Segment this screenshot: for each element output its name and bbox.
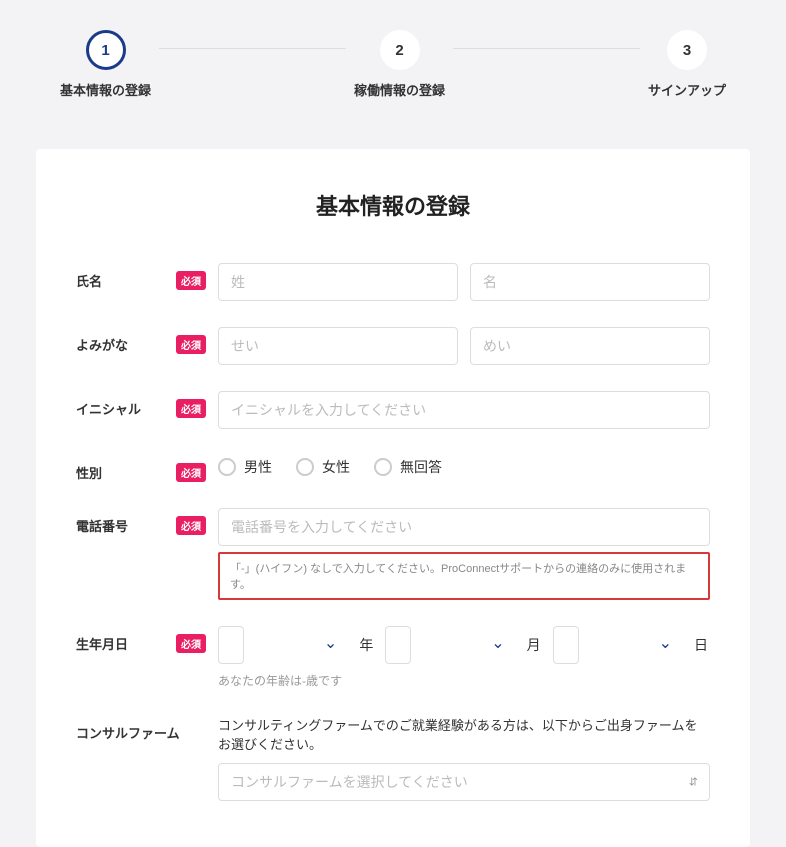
select-day[interactable] (553, 626, 579, 664)
radio-male-label: 男性 (244, 457, 272, 477)
required-badge: 必須 (176, 335, 206, 354)
input-initial[interactable] (218, 391, 710, 429)
row-name: 氏名 必須 (76, 263, 710, 301)
page-title: 基本情報の登録 (76, 189, 710, 221)
step-3-label: サインアップ (648, 80, 726, 99)
form-card: 基本情報の登録 氏名 必須 よみがな 必須 イニシャル (36, 149, 750, 847)
input-mei-kana[interactable] (470, 327, 710, 365)
required-badge: 必須 (176, 634, 206, 653)
select-month[interactable] (385, 626, 411, 664)
label-phone: 電話番号 (76, 516, 128, 535)
step-3-circle: 3 (667, 30, 707, 70)
label-name: 氏名 (76, 271, 102, 290)
row-birthdate: 生年月日 必須 年 月 日 あなたの年齢は-歳です (76, 626, 710, 689)
input-phone[interactable] (218, 508, 710, 546)
age-hint: あなたの年齢は-歳です (218, 672, 710, 689)
row-phone: 電話番号 必須 「-」(ハイフン) なしで入力してください。ProConnect… (76, 508, 710, 600)
required-badge: 必須 (176, 463, 206, 482)
label-yomigana: よみがな (76, 335, 128, 354)
input-sei[interactable] (218, 263, 458, 301)
step-1-circle: 1 (86, 30, 126, 70)
radio-noanswer-label: 無回答 (400, 457, 442, 477)
step-2: 2 稼働情報の登録 (354, 30, 445, 99)
radio-male[interactable]: 男性 (218, 457, 272, 477)
step-line-1 (159, 48, 346, 49)
step-1: 1 基本情報の登録 (60, 30, 151, 99)
label-firm: コンサルファーム (76, 723, 180, 742)
month-unit: 月 (527, 635, 543, 655)
required-badge: 必須 (176, 399, 206, 418)
radio-noanswer[interactable]: 無回答 (374, 457, 442, 477)
stepper: 1 基本情報の登録 2 稼働情報の登録 3 サインアップ (0, 0, 786, 129)
select-year[interactable] (218, 626, 244, 664)
step-2-circle: 2 (380, 30, 420, 70)
row-yomigana: よみがな 必須 (76, 327, 710, 365)
step-3: 3 サインアップ (648, 30, 726, 99)
required-badge: 必須 (176, 516, 206, 535)
step-line-2 (453, 48, 640, 49)
radio-circle-icon (374, 458, 392, 476)
input-sei-kana[interactable] (218, 327, 458, 365)
firm-description: コンサルティングファームでのご就業経験がある方は、以下からご出身ファームをお選び… (218, 715, 710, 753)
day-unit: 日 (694, 635, 710, 655)
year-unit: 年 (359, 635, 375, 655)
label-gender: 性別 (76, 463, 102, 482)
label-birthdate: 生年月日 (76, 634, 128, 653)
label-initial: イニシャル (76, 399, 141, 418)
step-1-label: 基本情報の登録 (60, 80, 151, 99)
step-2-label: 稼働情報の登録 (354, 80, 445, 99)
radio-circle-icon (296, 458, 314, 476)
input-mei[interactable] (470, 263, 710, 301)
select-firm[interactable]: コンサルファームを選択してください (218, 763, 710, 801)
phone-hint: 「-」(ハイフン) なしで入力してください。ProConnectサポートからの連… (218, 552, 710, 600)
radio-female[interactable]: 女性 (296, 457, 350, 477)
required-badge: 必須 (176, 271, 206, 290)
row-firm: コンサルファーム コンサルティングファームでのご就業経験がある方は、以下からご出… (76, 715, 710, 801)
gender-radio-group: 男性 女性 無回答 (218, 455, 710, 477)
radio-female-label: 女性 (322, 457, 350, 477)
row-initial: イニシャル 必須 (76, 391, 710, 429)
radio-circle-icon (218, 458, 236, 476)
row-gender: 性別 必須 男性 女性 無回答 (76, 455, 710, 482)
